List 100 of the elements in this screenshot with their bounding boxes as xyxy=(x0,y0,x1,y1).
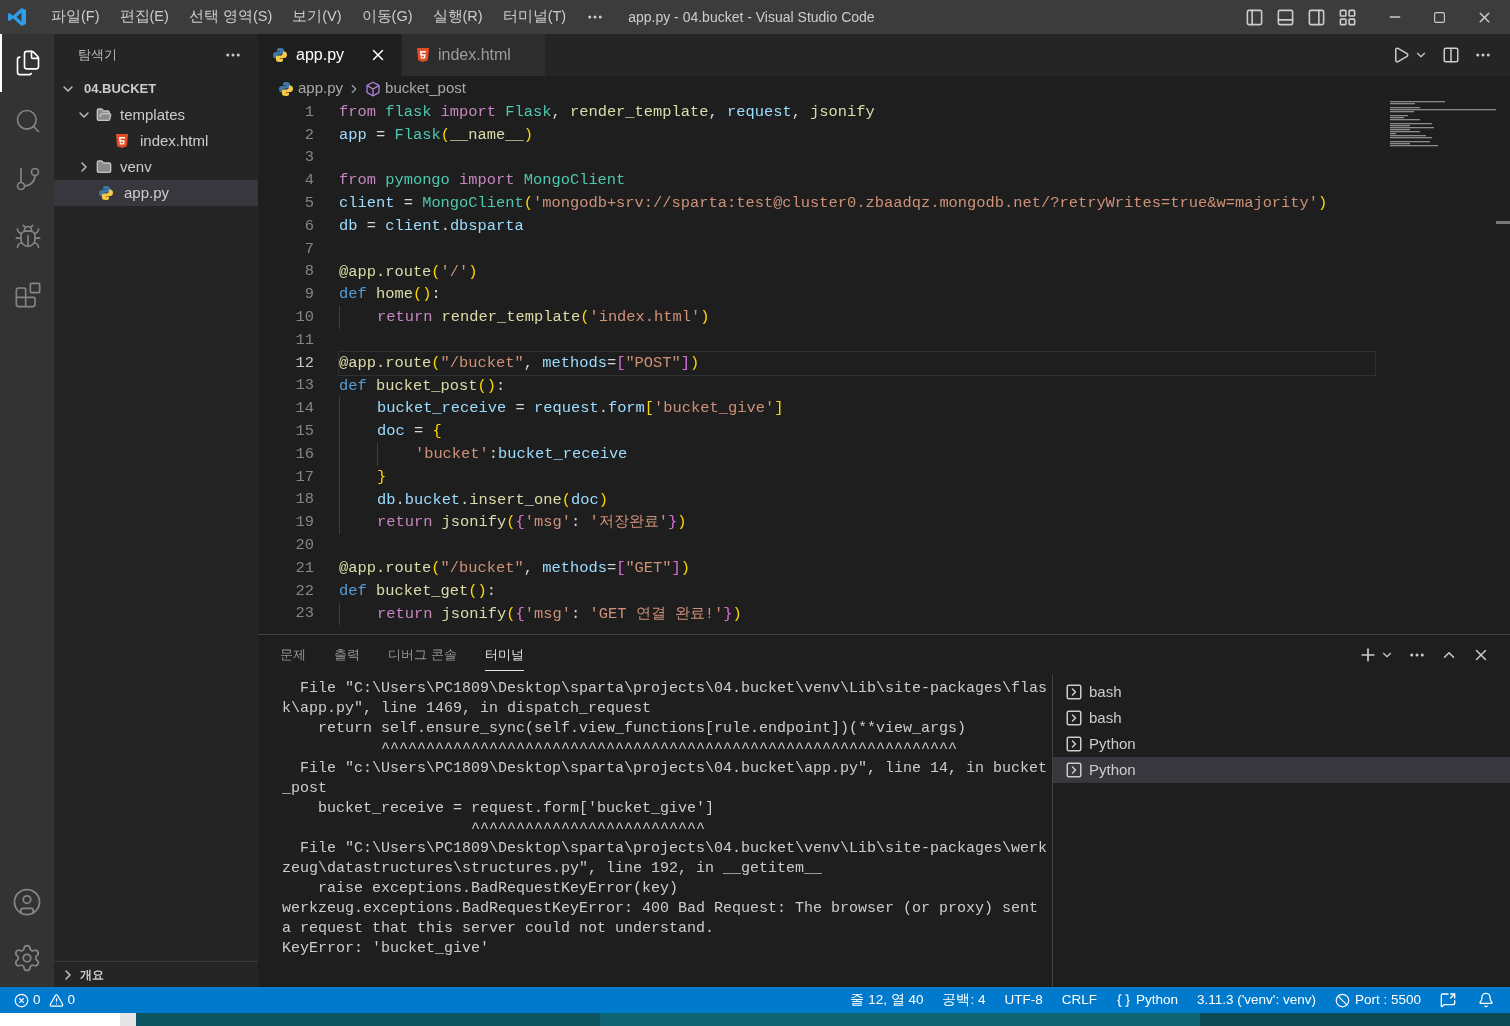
terminal-line: bucket_receive = request.form['bucket_give'] xyxy=(317,799,716,819)
terminal-line: zeug\datastructures\structures.py", line 192, in __getitem__ xyxy=(282,859,824,879)
code-line: @app.route("/bucket", methods=["GET"]) xyxy=(339,557,691,579)
secondary-sidebar-icon[interactable] xyxy=(1307,7,1326,27)
terminal-list-item[interactable]: bash xyxy=(1053,705,1510,731)
code-line: app = Flask(__name__) xyxy=(339,124,533,146)
menu-item[interactable]: 선택 영역(S) xyxy=(178,6,283,28)
line-number: 17 xyxy=(294,466,314,488)
code-line: doc = { xyxy=(339,420,442,443)
error-count: 0 xyxy=(33,990,41,1009)
line-number: 6 xyxy=(303,215,314,237)
problems-indicator[interactable]: 0 0 xyxy=(0,989,76,1011)
terminal-icon xyxy=(1065,761,1083,779)
menu-item[interactable]: 이동(G) xyxy=(351,6,423,28)
folder-icon xyxy=(96,159,112,175)
terminal-list-item[interactable]: bash xyxy=(1053,679,1510,705)
code-line: @app.route('/') xyxy=(339,261,478,283)
python-icon xyxy=(272,47,288,63)
code-line: return jsonify({'msg': 'GET 연결 완료!'}) xyxy=(339,602,742,626)
line-number: 5 xyxy=(303,193,314,215)
status-item[interactable]: UTF-8 xyxy=(1004,989,1043,1011)
terminal-list-item[interactable]: Python xyxy=(1053,757,1510,783)
code-line: db.bucket.insert_one(doc) xyxy=(339,488,608,512)
line-number: 12 xyxy=(294,352,314,374)
cube-icon xyxy=(365,80,382,97)
panel-tab[interactable]: 터미널 xyxy=(484,638,524,672)
menu-item[interactable]: 파일(F) xyxy=(41,6,110,28)
code-line: @app.route("/bucket", methods=["POST"]) xyxy=(339,352,700,374)
code-line: def home(): xyxy=(339,284,441,306)
app-logo-icon xyxy=(7,7,27,27)
status-item[interactable]: 줄 12, 열 40 xyxy=(850,989,924,1011)
menu-item[interactable]: 편집(E) xyxy=(109,6,179,28)
line-number: 18 xyxy=(294,489,314,511)
code-line: client = MongoClient('mongodb+srv://sparta:test@cluster0.zbaadqz.mongodb.net/?retryWrites=true&w=majority') xyxy=(339,193,1328,215)
editor-tab[interactable]: app.py xyxy=(258,34,402,76)
warning-icon xyxy=(48,992,64,1008)
run-icon[interactable] xyxy=(1392,46,1410,64)
line-number: 3 xyxy=(303,147,314,169)
code-line: } xyxy=(339,465,387,489)
line-number: 4 xyxy=(303,170,314,192)
panel-toggle-icon[interactable] xyxy=(1276,7,1295,27)
terminal-line: KeyError: 'bucket_give' xyxy=(282,939,491,959)
terminal-line: File "C:\Users\PC1809\Desktop\sparta\projects\04.bucket\venv\Lib\site-packages\werk xyxy=(299,839,1049,859)
line-number: 2 xyxy=(303,124,314,146)
editor-tab[interactable]: index.html xyxy=(402,34,546,76)
scrollbar[interactable] xyxy=(1496,221,1510,224)
code-line: return jsonify({'msg': '저장완료'}) xyxy=(339,511,687,535)
terminal-line: raise exceptions.BadRequestKeyError(key) xyxy=(317,879,680,899)
no-entry-icon xyxy=(1334,992,1350,1008)
terminal-line: k\app.py", line 1469, in dispatch_request xyxy=(282,699,653,719)
breadcrumb-item[interactable]: bucket_post xyxy=(385,77,466,100)
line-number: 9 xyxy=(303,284,314,306)
code-line: bucket_receive = request.form['bucket_give'] xyxy=(339,397,784,421)
status-item[interactable]: Port : 5500 xyxy=(1354,989,1421,1011)
layout-icon[interactable] xyxy=(1338,7,1357,27)
html-file-icon xyxy=(416,47,430,63)
file-item[interactable]: index.html xyxy=(54,128,258,154)
status-item[interactable]: 3.11.3 ('venv': venv) xyxy=(1197,989,1316,1011)
terminal-line: _post xyxy=(282,779,328,799)
status-item[interactable]: Python xyxy=(1135,989,1178,1011)
status-item[interactable]: CRLF xyxy=(1061,989,1097,1011)
maximize-icon[interactable] xyxy=(1433,10,1446,24)
terminal-list-item[interactable]: Python xyxy=(1053,731,1510,757)
terminal-icon xyxy=(1065,735,1083,753)
window-title: app.py - 04.bucket - Visual Studio Code xyxy=(628,7,875,27)
folder-item[interactable]: 04.BUCKET xyxy=(54,76,258,102)
sidebar-title: 탐색기 xyxy=(78,46,117,65)
braces-icon xyxy=(1115,992,1131,1008)
feedback-icon[interactable] xyxy=(1440,992,1456,1008)
menu-item[interactable]: 보기(V) xyxy=(282,6,352,28)
folder-icon xyxy=(96,107,112,123)
menu-item[interactable]: 실행(R) xyxy=(422,6,493,28)
python-icon xyxy=(98,185,114,201)
code-line: def bucket_get(): xyxy=(339,580,497,602)
terminal-line: ^^^^^^^^^^^^^^^^^^^^^^^^^^ xyxy=(470,819,707,839)
code-line: from flask import Flask, render_template, request, jsonify xyxy=(339,102,875,123)
account-icon[interactable] xyxy=(12,887,42,917)
terminal-line: a request that this server could not understand. xyxy=(282,919,716,939)
file-item[interactable]: app.py xyxy=(54,180,258,206)
panel-tab[interactable]: 출력 xyxy=(334,638,360,672)
line-number: 10 xyxy=(294,307,314,328)
line-number: 19 xyxy=(294,512,314,534)
line-number: 11 xyxy=(294,329,314,351)
terminal-line: werkzeug.exceptions.BadRequestKeyError: 400 Bad Request: The browser (or proxy) sent xyxy=(282,899,1040,919)
folder-item[interactable]: venv xyxy=(54,154,258,180)
panel-tab[interactable]: 문제 xyxy=(280,638,306,672)
split-editor-icon[interactable] xyxy=(1442,46,1460,64)
status-item[interactable]: 공백: 4 xyxy=(942,989,986,1011)
code-line: return render_template('index.html') xyxy=(339,306,710,329)
html-file-icon xyxy=(115,133,129,149)
notifications-icon[interactable] xyxy=(1478,992,1494,1008)
panel-tab[interactable]: 디버그 콘솔 xyxy=(388,638,457,672)
line-number: 15 xyxy=(294,421,314,442)
sidebar-toggle-icon[interactable] xyxy=(1245,7,1264,27)
error-icon xyxy=(14,992,29,1008)
menu-item[interactable]: 터미널(T) xyxy=(492,6,577,28)
settings-icon[interactable] xyxy=(12,943,42,973)
breadcrumb-item[interactable]: app.py xyxy=(298,77,344,100)
folder-item[interactable]: templates xyxy=(54,102,258,128)
terminal-icon xyxy=(1065,709,1083,727)
